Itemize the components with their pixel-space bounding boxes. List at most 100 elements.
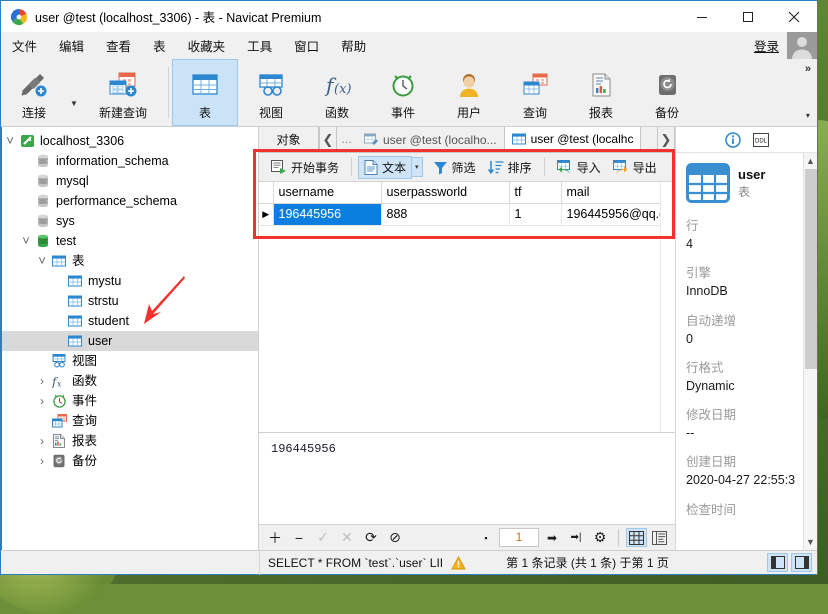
tree-node-localhost_3306[interactable]: ˅localhost_3306	[2, 131, 258, 151]
toolbar-overflow-chevrons[interactable]: »	[805, 63, 811, 75]
ddl-icon[interactable]: DDL	[753, 133, 769, 147]
chevron-down-icon[interactable]: ˅	[2, 137, 18, 145]
left-panel-toggle-icon[interactable]	[767, 553, 788, 572]
last-page-button[interactable]: ➡|	[565, 528, 587, 548]
menu-help[interactable]: 帮助	[330, 33, 377, 58]
toolbar-button-function[interactable]: f (x) 函数	[304, 59, 370, 126]
login-link[interactable]: 登录	[754, 36, 779, 55]
tree-node-[interactable]: ›报表	[2, 431, 258, 451]
tree-node-mysql[interactable]: mysql	[2, 171, 258, 191]
text-view-dropdown-caret[interactable]: ▾	[412, 157, 423, 177]
import-button[interactable]: 导入	[551, 156, 607, 179]
tree-node-test[interactable]: ˅test	[2, 231, 258, 251]
chevron-right-icon[interactable]: ›	[34, 434, 50, 448]
toolbar-more-caret[interactable]: ▾	[806, 111, 810, 120]
toolbar-button-view[interactable]: 视图	[238, 59, 304, 126]
tree-node-sys[interactable]: sys	[2, 211, 258, 231]
menu-file[interactable]: 文件	[1, 33, 48, 58]
menu-window[interactable]: 窗口	[283, 33, 330, 58]
menu-table[interactable]: 表	[142, 33, 177, 58]
tree-node-student[interactable]: student	[2, 311, 258, 331]
toolbar-button-table[interactable]: 表	[172, 59, 238, 126]
first-page-button[interactable]: ▪	[475, 528, 497, 548]
grid-cell-userpassworld[interactable]: 888	[381, 203, 509, 225]
tree-node-strstu[interactable]: strstu	[2, 291, 258, 311]
delete-record-button[interactable]: −	[288, 528, 310, 548]
right-panel-toggle-icon[interactable]	[791, 553, 812, 572]
refresh-button[interactable]: ⟳	[360, 528, 382, 548]
menu-tools[interactable]: 工具	[236, 33, 283, 58]
tree-node-mystu[interactable]: mystu	[2, 271, 258, 291]
tree-node-performance_schema[interactable]: performance_schema	[2, 191, 258, 211]
tab-scroll-left-button[interactable]: ❮	[319, 127, 337, 152]
tree-node-[interactable]: 视图	[2, 351, 258, 371]
scroll-up-icon[interactable]: ▲	[806, 153, 815, 169]
toolbar-button-connection[interactable]: 连接	[1, 59, 67, 126]
tree-node-user[interactable]: user	[2, 331, 258, 351]
tab-overflow-ellipsis[interactable]: …	[337, 127, 357, 152]
maximize-button[interactable]	[725, 1, 771, 32]
grid-vertical-scrollbar[interactable]	[660, 182, 675, 432]
add-record-button[interactable]: ＋	[264, 528, 286, 548]
cancel-change-button[interactable]: ✕	[336, 528, 358, 548]
tree-node-[interactable]: ˅表	[2, 251, 258, 271]
tab-scroll-right-button[interactable]: ❯	[657, 127, 675, 152]
tree-node-[interactable]: 查询	[2, 411, 258, 431]
chevron-right-icon[interactable]: ›	[34, 454, 50, 468]
apply-change-button[interactable]: ✓	[312, 528, 334, 548]
menu-view[interactable]: 查看	[95, 33, 142, 58]
grid-settings-button[interactable]: ⚙	[589, 528, 611, 548]
export-button[interactable]: 导出	[607, 156, 663, 179]
next-page-button[interactable]: ➡	[541, 528, 563, 548]
text-view-button[interactable]: 文本	[358, 156, 412, 179]
grid-column-header-tf[interactable]: tf	[509, 182, 561, 203]
chevron-right-icon[interactable]: ›	[34, 394, 50, 408]
tree-node-[interactable]: ›fx函数	[2, 371, 258, 391]
tab-user-data[interactable]: user @test (localhc	[505, 127, 642, 152]
scrollbar-thumb[interactable]	[805, 169, 817, 369]
grid-column-header-username[interactable]: username	[273, 182, 381, 203]
connection-green-icon	[18, 134, 36, 148]
filter-button[interactable]: 筛选	[427, 156, 482, 179]
grid-cell-tf[interactable]: 1	[509, 203, 561, 225]
chevron-down-icon[interactable]: ˅	[18, 237, 34, 245]
grid-column-header-mail[interactable]: mail	[561, 182, 675, 203]
tab-user-designer[interactable]: user @test (localho...	[357, 127, 505, 152]
data-grid[interactable]: username userpassworld tf mail ▶ 1964459…	[259, 182, 675, 226]
info-panel-header: DDL	[676, 127, 817, 153]
grid-column-header-userpassworld[interactable]: userpassworld	[381, 182, 509, 203]
tab-objects[interactable]: 对象	[259, 127, 319, 152]
toolbar-button-user[interactable]: 用户	[436, 59, 502, 126]
cell-text-preview[interactable]: 196445956	[259, 432, 675, 524]
user-avatar-icon[interactable]	[787, 32, 817, 59]
grid-view-icon[interactable]	[626, 528, 647, 547]
tree-node-[interactable]: ›备份	[2, 451, 258, 471]
close-button[interactable]	[771, 1, 817, 32]
grid-cell-username[interactable]: 196445956	[273, 203, 381, 225]
grid-cell-mail[interactable]: 196445956@qq.com	[561, 203, 675, 225]
info-circle-icon[interactable]	[725, 132, 741, 148]
toolbar-button-new-query[interactable]: 新建查询	[81, 59, 165, 126]
toolbar-button-backup[interactable]: 备份	[634, 59, 700, 126]
begin-transaction-button[interactable]: 开始事务	[265, 156, 345, 179]
tree-node-information_schema[interactable]: information_schema	[2, 151, 258, 171]
page-number-input[interactable]: 1	[499, 528, 539, 547]
stop-button[interactable]: ⊘	[384, 528, 406, 548]
toolbar-button-report[interactable]: 报表	[568, 59, 634, 126]
menu-favorites[interactable]: 收藏夹	[177, 33, 237, 58]
table-row[interactable]: ▶ 196445956 888 1 196445956@qq.com	[259, 203, 675, 225]
sort-button[interactable]: 排序	[482, 156, 538, 179]
tree-node-[interactable]: ›事件	[2, 391, 258, 411]
toolbar-button-event[interactable]: 事件	[370, 59, 436, 126]
toolbar-label-backup: 备份	[655, 104, 679, 121]
minimize-button[interactable]	[679, 1, 725, 32]
form-view-icon[interactable]	[649, 528, 670, 547]
warning-triangle-icon[interactable]	[451, 556, 466, 570]
chevron-right-icon[interactable]: ›	[34, 374, 50, 388]
menu-edit[interactable]: 编辑	[48, 33, 95, 58]
scroll-down-icon[interactable]: ▼	[806, 534, 815, 550]
info-panel-scrollbar[interactable]: ▲ ▼	[803, 153, 817, 550]
chevron-down-icon[interactable]: ˅	[34, 257, 50, 265]
toolbar-button-query[interactable]: 查询	[502, 59, 568, 126]
connection-dropdown-caret[interactable]: ▼	[67, 59, 81, 126]
